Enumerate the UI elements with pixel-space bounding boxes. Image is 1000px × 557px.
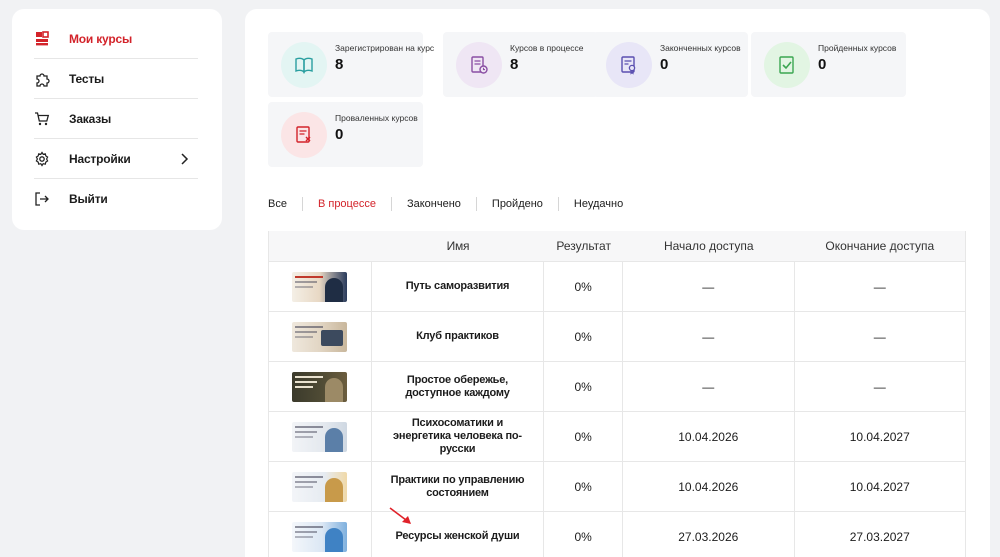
sidebar-item-label: Выйти xyxy=(69,192,108,206)
course-thumbnail[interactable] xyxy=(292,321,348,352)
checklist-icon xyxy=(764,42,810,88)
stat-value: 0 xyxy=(335,126,344,143)
course-result: 0% xyxy=(544,362,624,411)
table-row[interactable]: Клуб практиков 0% — — xyxy=(269,311,965,361)
stat-card-failed: Проваленных курсов 0 xyxy=(268,102,423,167)
course-start: — xyxy=(623,362,795,411)
header-end: Окончание доступа xyxy=(825,239,935,253)
stat-card-passed: Пройденных курсов 0 xyxy=(751,32,906,97)
certificate-icon xyxy=(606,42,652,88)
main-panel: Зарегистрирован на курс 8 Курсов в проце… xyxy=(245,9,990,557)
sidebar-item-tests[interactable]: Тесты xyxy=(34,59,198,99)
sidebar-item-orders[interactable]: Заказы xyxy=(34,99,198,139)
table-header: Имя Результат Начало доступа Окончание д… xyxy=(269,231,965,261)
course-result: 0% xyxy=(544,262,624,311)
course-result: 0% xyxy=(544,312,624,361)
logout-icon xyxy=(34,191,50,207)
stat-card-registered: Зарегистрирован на курс 8 xyxy=(268,32,434,97)
stat-label: Зарегистрирован на курс xyxy=(335,43,435,53)
sidebar-item-label: Заказы xyxy=(69,111,112,126)
course-name[interactable]: Простое обережье, доступное каждому xyxy=(372,362,545,411)
open-book-icon xyxy=(281,42,327,88)
course-thumbnail[interactable] xyxy=(292,371,348,402)
course-thumbnail[interactable] xyxy=(292,271,348,302)
tab-passed[interactable]: Пройдено xyxy=(492,198,543,210)
course-thumbnail[interactable] xyxy=(292,521,348,552)
thumbnail-cell xyxy=(269,262,372,311)
thumbnail-cell xyxy=(269,412,372,461)
course-end: — xyxy=(873,379,886,394)
course-end: — xyxy=(873,279,886,294)
course-end: 27.03.2027 xyxy=(849,529,910,544)
tab-in-progress[interactable]: В процессе xyxy=(318,198,376,210)
sidebar-item-label: Мои курсы xyxy=(69,31,133,46)
document-clock-icon xyxy=(456,42,502,88)
header-result: Результат xyxy=(556,239,611,253)
stat-value: 0 xyxy=(818,56,827,73)
tab-divider xyxy=(557,197,559,211)
stat-card-finished: Законченных курсов 0 xyxy=(593,32,748,97)
tab-divider xyxy=(390,197,392,211)
header-start: Начало доступа xyxy=(663,239,754,253)
sidebar-item-logout[interactable]: Выйти xyxy=(34,179,198,219)
courses-table: Имя Результат Начало доступа Окончание д… xyxy=(268,231,966,557)
course-start: 10.04.2026 xyxy=(623,412,795,461)
course-name[interactable]: Психосоматики и энергетика человека по-р… xyxy=(372,412,545,461)
table-row[interactable]: Практики по управлению состоянием 0% 10.… xyxy=(269,461,965,511)
table-row[interactable]: Психосоматики и энергетика человека по-р… xyxy=(269,411,965,461)
failed-document-icon xyxy=(281,112,327,158)
tab-divider xyxy=(301,197,303,211)
sidebar-item-label: Настройки xyxy=(69,151,131,166)
sidebar: Мои курсы Тесты Заказы Настройки Выйти xyxy=(12,9,222,230)
thumbnail-cell xyxy=(269,512,372,557)
stat-label: Пройденных курсов xyxy=(818,43,897,53)
course-start: 27.03.2026 xyxy=(623,512,795,557)
cart-icon xyxy=(34,111,50,127)
course-result: 0% xyxy=(544,462,624,511)
tab-finished[interactable]: Закончено xyxy=(407,198,461,210)
table-row[interactable]: Простое обережье, доступное каждому 0% —… xyxy=(269,361,965,411)
course-end: — xyxy=(873,329,886,344)
stat-value: 8 xyxy=(510,56,519,73)
course-name[interactable]: Путь саморазвития xyxy=(372,262,545,311)
stat-value: 0 xyxy=(660,56,669,73)
annotation-arrow-icon xyxy=(389,507,411,524)
thumbnail-cell xyxy=(269,362,372,411)
tab-failed[interactable]: Неудачно xyxy=(574,198,623,210)
course-result: 0% xyxy=(544,512,624,557)
gear-icon xyxy=(34,150,50,167)
puzzle-icon xyxy=(34,71,50,87)
course-end: 10.04.2027 xyxy=(849,429,910,444)
course-thumbnail[interactable] xyxy=(292,471,348,502)
stat-label: Законченных курсов xyxy=(660,43,741,53)
filter-tabs: Все В процессе Закончено Пройдено Неудач… xyxy=(268,197,623,211)
chevron-right-icon xyxy=(178,152,190,166)
table-row[interactable]: Путь саморазвития 0% — — xyxy=(269,261,965,311)
stat-card-in-progress: Курсов в процессе 8 xyxy=(443,32,598,97)
stat-value: 8 xyxy=(335,56,344,73)
tab-divider xyxy=(475,197,477,211)
course-name[interactable]: Практики по управлению состоянием xyxy=(372,462,545,511)
course-start: — xyxy=(623,262,795,311)
my-courses-icon xyxy=(34,30,50,47)
course-result: 0% xyxy=(544,412,624,461)
tab-all[interactable]: Все xyxy=(268,198,287,210)
stat-label: Курсов в процессе xyxy=(510,43,584,53)
course-start: — xyxy=(623,312,795,361)
header-name: Имя xyxy=(446,238,470,253)
course-start: 10.04.2026 xyxy=(623,462,795,511)
thumbnail-cell xyxy=(269,462,372,511)
course-thumbnail[interactable] xyxy=(292,421,348,452)
sidebar-item-label: Тесты xyxy=(69,71,105,86)
thumbnail-cell xyxy=(269,312,372,361)
table-row[interactable]: Ресурсы женской души 0% 27.03.2026 27.03… xyxy=(269,511,965,557)
sidebar-item-my-courses[interactable]: Мои курсы xyxy=(34,19,198,59)
course-end: 10.04.2027 xyxy=(849,479,910,494)
course-name[interactable]: Клуб практиков xyxy=(372,312,545,361)
sidebar-item-settings[interactable]: Настройки xyxy=(34,139,198,179)
stat-label: Проваленных курсов xyxy=(335,113,418,123)
